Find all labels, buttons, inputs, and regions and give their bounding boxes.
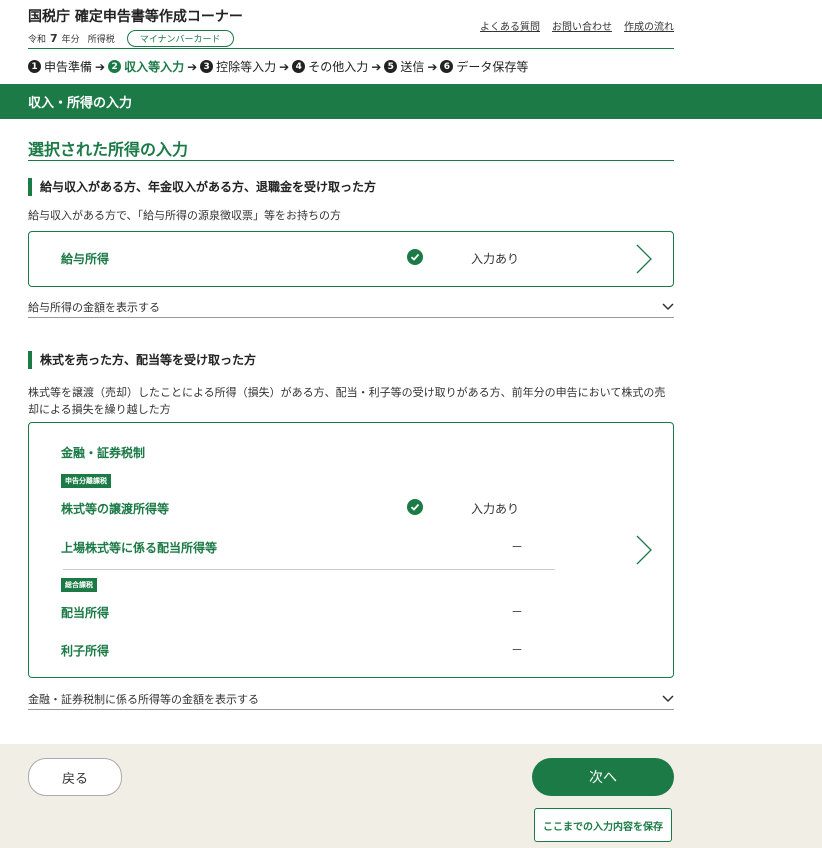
salary-amount-toggle-label: 給与所得の金額を表示する [28, 301, 160, 314]
chevron-right-icon [635, 534, 653, 570]
stock-description: 株式等を譲渡（売却）したことによる所得（損失）がある方、配当・利子等の受け取りが… [28, 386, 666, 416]
dividend-income-status: － [511, 605, 524, 619]
chevron-down-icon [662, 301, 674, 314]
listed-dividend-status: － [511, 540, 524, 554]
salary-heading: 給与収入がある方、年金収入がある方、退職金を受け取った方 [28, 178, 376, 196]
progress-steps: 1 申告準備 ➔ 2 収入等入力 ➔ 3 控除等入力 ➔ 4 その他入力 ➔ 5 送信 ➔… [28, 58, 528, 75]
salary-income-label: 給与所得 [61, 252, 110, 266]
link-flow[interactable]: 作成の流れ [624, 18, 674, 33]
step-arrow-icon: ➔ [187, 59, 198, 74]
footer-bar: 戻る 次へ ここまでの入力内容を保存 [0, 744, 822, 848]
era-label: 令和 [28, 35, 47, 45]
stock-transfer-status: 入力あり [471, 502, 520, 516]
financial-card-title: 金融・証券税制 [61, 446, 146, 460]
stock-transfer-label: 株式等の譲渡所得等 [61, 502, 170, 516]
link-contact[interactable]: お問い合わせ [552, 18, 612, 33]
year-value: 7 [50, 32, 58, 45]
section-divider [28, 160, 674, 161]
chevron-right-icon [635, 243, 653, 279]
step-4: 4 その他入力 [292, 58, 368, 75]
check-circle-icon [407, 499, 423, 515]
financial-amount-toggle-label: 金融・証券税制に係る所得等の金額を表示する [28, 693, 259, 706]
next-button[interactable]: 次へ [532, 758, 674, 796]
step-arrow-icon: ➔ [95, 59, 106, 74]
listed-dividend-label: 上場株式等に係る配当所得等 [61, 541, 218, 555]
chevron-down-icon [662, 693, 674, 706]
save-progress-button[interactable]: ここまでの入力内容を保存 [534, 808, 672, 842]
step-2: 2 収入等入力 [108, 58, 184, 75]
check-circle-icon [407, 249, 423, 265]
card-divider [63, 569, 555, 570]
header-divider [28, 48, 674, 49]
financial-amount-toggle[interactable]: 金融・証券税制に係る所得等の金額を表示する [28, 689, 674, 710]
step-arrow-icon: ➔ [279, 59, 290, 74]
header-links: よくある質問 お問い合わせ 作成の流れ [480, 18, 674, 33]
interest-income-status: － [511, 643, 524, 657]
salary-income-status: 入力あり [471, 252, 520, 266]
year-info: 令和 7 年分 所得税 マイナンバーカード [28, 30, 234, 47]
financial-securities-card[interactable]: 金融・証券税制 申告分離課税 株式等の譲渡所得等 入力あり 上場株式等に係る配当… [28, 422, 674, 678]
page-band-title: 収入・所得の入力 [0, 84, 822, 119]
comprehensive-taxation-tag: 総合課税 [61, 578, 97, 592]
step-6: 6 データ保存等 [440, 58, 528, 75]
stock-heading: 株式を売った方、配当等を受け取った方 [28, 351, 256, 369]
app-title: 国税庁 確定申告書等作成コーナー [28, 9, 243, 25]
auth-method-badge: マイナンバーカード [126, 30, 234, 47]
step-3: 3 控除等入力 [200, 58, 276, 75]
salary-description: 給与収入がある方で、「給与所得の源泉徴収票」等をお持ちの方 [28, 209, 342, 222]
separate-taxation-tag: 申告分離課税 [61, 474, 111, 488]
tax-type-label: 所得税 [87, 35, 115, 45]
back-button[interactable]: 戻る [28, 758, 122, 796]
year-suffix: 年分 [61, 35, 80, 45]
salary-income-card[interactable]: 給与所得 入力あり [28, 231, 674, 287]
step-5: 5 送信 [384, 58, 424, 75]
section-title: 選択された所得の入力 [28, 140, 189, 159]
step-1: 1 申告準備 [28, 58, 92, 75]
link-faq[interactable]: よくある質問 [480, 18, 540, 33]
step-arrow-icon: ➔ [427, 59, 438, 74]
interest-income-label: 利子所得 [61, 644, 110, 658]
dividend-income-label: 配当所得 [61, 606, 110, 620]
step-arrow-icon: ➔ [371, 59, 382, 74]
salary-amount-toggle[interactable]: 給与所得の金額を表示する [28, 297, 674, 318]
